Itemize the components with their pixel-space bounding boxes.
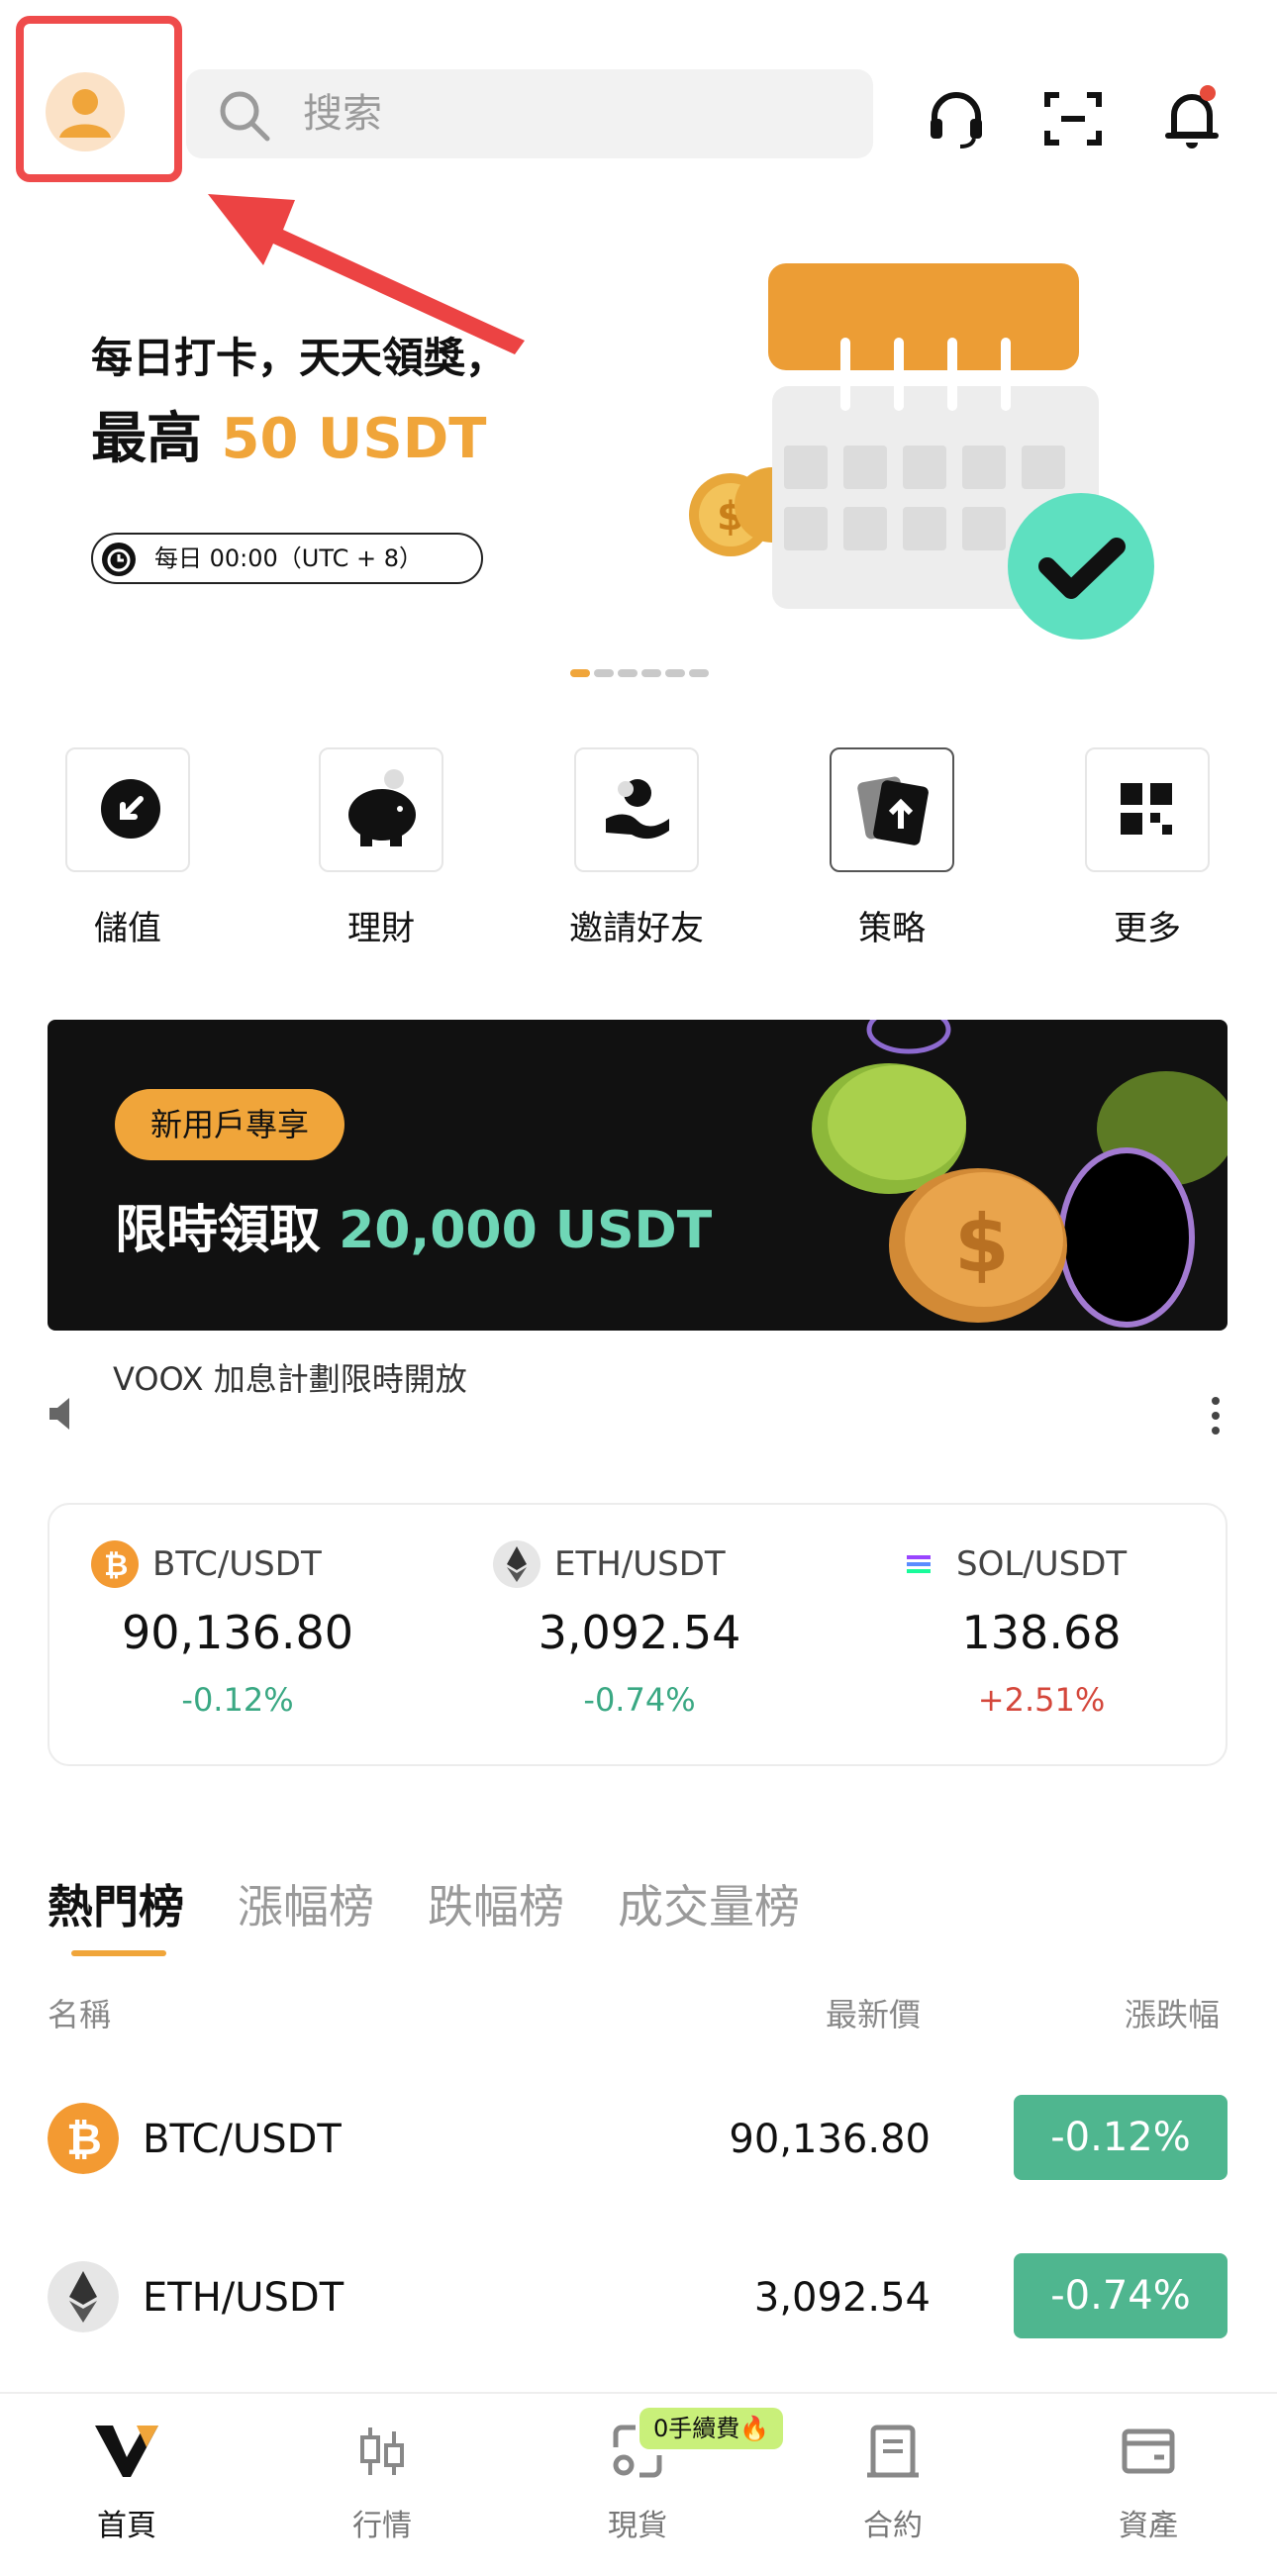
table-row[interactable]: ₿ BTC/USDT 90,136.80 -0.12% xyxy=(0,2091,1277,2190)
hero-reward: 最高 50 USDT xyxy=(91,407,487,471)
nav-home[interactable]: 首頁 xyxy=(28,2394,226,2576)
column-name-header: 名稱 xyxy=(48,1996,112,2033)
svg-text:₿: ₿ xyxy=(66,2115,102,2165)
strategy-label: 策略 xyxy=(858,909,926,948)
wealth-label: 理財 xyxy=(347,909,415,948)
alarm-clock-icon xyxy=(102,543,136,576)
home-logo-icon xyxy=(95,2426,158,2477)
row-pair: BTC/USDT xyxy=(143,2117,342,2162)
deposit-icon xyxy=(101,779,160,839)
invite-friends-icon xyxy=(606,779,669,840)
deposit-button[interactable] xyxy=(65,747,190,872)
candlestick-icon xyxy=(360,2427,404,2475)
tab-hot[interactable]: 熱門榜 xyxy=(48,1871,184,1936)
tab-losers[interactable]: 跌幅榜 xyxy=(428,1871,564,1936)
piggy-bank-icon xyxy=(348,769,416,846)
active-tab-indicator xyxy=(71,1950,166,1956)
promo-banner[interactable]: 新用戶專享 限時領取 20,000 USDT $ xyxy=(48,1020,1228,1331)
svg-text:₿: ₿ xyxy=(104,1548,128,1583)
user-icon xyxy=(59,89,111,138)
ticker-eth-price: 3,092.54 xyxy=(538,1606,741,1659)
zero-fee-badge: 0手續費🔥 xyxy=(639,2408,784,2449)
scan-icon[interactable] xyxy=(1033,79,1113,158)
ticker-btc-change: -0.12% xyxy=(181,1681,294,1719)
promo-tag: 新用戶專享 xyxy=(115,1089,345,1160)
wealth-button[interactable] xyxy=(319,747,443,872)
row-price: 90,136.80 xyxy=(729,2117,931,2162)
ethereum-icon xyxy=(48,2261,119,2332)
strategy-button[interactable] xyxy=(830,747,954,872)
more-grid-icon xyxy=(1121,783,1172,835)
hero-time-pill: 每日 00:00（UTC + 8） xyxy=(91,533,483,584)
table-row[interactable]: ETH/USDT 3,092.54 -0.74% xyxy=(0,2249,1277,2348)
bottom-nav: 首頁 行情 現貨 0手續費🔥 合約 資產 xyxy=(0,2392,1277,2576)
search-input[interactable]: 搜索 xyxy=(186,69,873,158)
headset-icon[interactable] xyxy=(917,79,996,158)
hero-headline: 每日打卡，天天領獎， xyxy=(91,334,508,382)
ticker-eth-change: -0.74% xyxy=(583,1681,696,1719)
row-change-badge: -0.12% xyxy=(1014,2095,1228,2180)
search-icon xyxy=(220,91,270,142)
column-change-header[interactable]: 漲跌幅 xyxy=(1125,1990,1220,2035)
row-change-badge: -0.74% xyxy=(1014,2253,1228,2338)
invite-friends-button[interactable] xyxy=(574,747,699,872)
ticker-card: ₿ BTC/USDT 90,136.80 -0.12% ETH/USDT 3,0… xyxy=(48,1503,1228,1766)
promo-title: 限時領取 20,000 USDT xyxy=(115,1201,713,1260)
solana-icon xyxy=(895,1540,942,1588)
strategy-icon xyxy=(857,776,929,845)
avatar[interactable] xyxy=(46,72,125,151)
row-price: 3,092.54 xyxy=(753,2275,931,2321)
speaker-icon xyxy=(49,1398,69,1430)
coins-illustration: $ xyxy=(812,1020,1228,1328)
bitcoin-icon: ₿ xyxy=(48,2103,119,2174)
calendar-checkin-illustration: $ xyxy=(689,263,1154,640)
nav-markets[interactable]: 行情 xyxy=(283,2394,481,2576)
tab-volume[interactable]: 成交量榜 xyxy=(618,1871,800,1936)
bitcoin-icon: ₿ xyxy=(91,1540,139,1588)
announcement-text[interactable]: VOOX 加息計劃限時開放 xyxy=(113,1354,467,1400)
ticker-sol-change: +2.51% xyxy=(977,1681,1106,1719)
nav-assets[interactable]: 資產 xyxy=(1049,2394,1247,2576)
ethereum-icon xyxy=(493,1540,540,1588)
invite-friends-label: 邀請好友 xyxy=(569,909,704,948)
nav-futures[interactable]: 合約 xyxy=(794,2394,992,2576)
more-vertical-icon[interactable] xyxy=(1210,1396,1222,1436)
row-pair: ETH/USDT xyxy=(143,2275,344,2321)
deposit-label: 儲值 xyxy=(94,909,161,948)
tab-gainers[interactable]: 漲幅榜 xyxy=(238,1871,374,1936)
contract-icon xyxy=(867,2425,919,2478)
column-price-header[interactable]: 最新價 xyxy=(826,1990,921,2035)
more-label: 更多 xyxy=(1114,909,1181,948)
wallet-icon xyxy=(1122,2428,1175,2474)
search-placeholder: 搜索 xyxy=(303,91,382,137)
more-button[interactable] xyxy=(1085,747,1210,872)
notification-bell-icon[interactable] xyxy=(1152,79,1231,158)
svg-text:$: $ xyxy=(954,1198,1010,1290)
ticker-btc-price: 90,136.80 xyxy=(121,1606,354,1659)
ticker-sol-price: 138.68 xyxy=(961,1606,1122,1659)
